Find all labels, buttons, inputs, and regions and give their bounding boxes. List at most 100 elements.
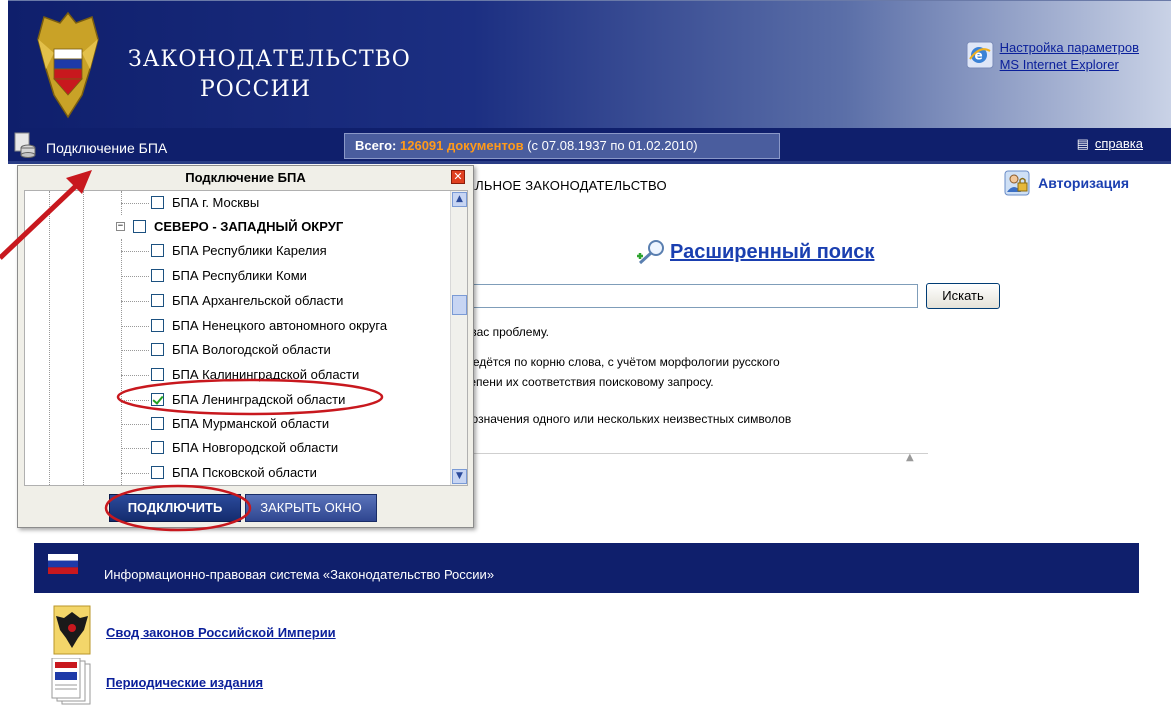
checkbox[interactable] — [151, 319, 164, 332]
site-title: ЗАКОНОДАТЕЛЬСТВО РОССИИ — [128, 45, 411, 105]
auth-label: Авторизация — [1038, 175, 1129, 191]
tree-item[interactable]: БПА Ненецкого автономного округа — [151, 318, 387, 333]
tree-item-label: БПА Мурманской области — [172, 416, 330, 431]
search-button[interactable]: Искать — [926, 283, 1000, 309]
ie-settings: e Настройка параметров MS Internet Explo… — [966, 39, 1139, 73]
total-label: Всего: — [355, 138, 397, 153]
advanced-search-label: Расширенный поиск — [670, 240, 875, 263]
auth-link[interactable]: Авторизация — [1004, 170, 1129, 196]
close-icon[interactable]: ✕ — [451, 170, 465, 184]
advanced-search-link[interactable]: Расширенный поиск — [632, 238, 874, 266]
tree-item[interactable]: БПА Мурманской области — [151, 416, 329, 431]
tree-guide — [121, 448, 149, 449]
help-link[interactable]: ▤ справка — [1077, 136, 1143, 152]
section-title: РАЛЬНОЕ ЗАКОНОДАТЕЛЬСТВО — [458, 178, 667, 193]
collapse-arrow-icon[interactable]: ▲ — [906, 452, 914, 463]
tree-region-label: СЕВЕРО - ЗАПАДНЫЙ ОКРУГ — [154, 219, 344, 234]
system-banner-text: Информационно-правовая система «Законода… — [104, 567, 495, 582]
scrollbar[interactable]: ▲ ▼ — [450, 191, 467, 485]
system-banner: Информационно-правовая система «Законода… — [34, 543, 1139, 593]
bpa-tree: − БПА г. Москвы СЕВЕРО - ЗАПАДНЫЙ ОКРУГ … — [24, 190, 468, 486]
tree-item[interactable]: БПА Псковской области — [151, 465, 317, 480]
site-header: ЗАКОНОДАТЕЛЬСТВО РОССИИ e Настройка пара… — [8, 0, 1171, 128]
search-help-line-2: к ведётся по корню слова, с учётом морфо… — [458, 355, 780, 369]
tree-item-label: БПА Республики Карелия — [172, 243, 327, 258]
checkbox[interactable] — [151, 368, 164, 381]
auth-lock-icon — [1004, 170, 1030, 196]
tree-guide — [121, 203, 149, 204]
checkbox[interactable] — [151, 343, 164, 356]
tree-guide — [83, 191, 84, 485]
search-help-line-4: обозначения одного или нескольких неизве… — [458, 412, 792, 426]
divider — [458, 453, 928, 454]
site-title-line-1: ЗАКОНОДАТЕЛЬСТВО — [128, 47, 411, 72]
checkbox[interactable] — [151, 466, 164, 479]
tree-guide — [49, 191, 50, 485]
tree-guide — [121, 276, 149, 277]
checkbox[interactable] — [151, 294, 164, 307]
search-input[interactable] — [420, 284, 918, 308]
bpa-connect-dialog: Подключение БПА ✕ − БПА г. Москвы СЕВЕРО… — [17, 165, 474, 528]
tree-guide — [121, 473, 149, 474]
document-total: Всего: 126091 документов (с 07.08.1937 п… — [344, 133, 780, 159]
scroll-up-icon[interactable]: ▲ — [452, 192, 467, 207]
imperial-eagle-icon — [53, 605, 91, 655]
tree-item-label: БПА Ленинградской области — [172, 392, 346, 407]
search-help-line-3: степени их соответствия поисковому запро… — [458, 375, 714, 389]
site-title-line-2: РОССИИ — [200, 77, 311, 102]
checkbox[interactable] — [151, 441, 164, 454]
tree-item-label: БПА Калининградской области — [172, 367, 360, 382]
bpa-connect-link[interactable]: Подключение БПА — [46, 140, 167, 156]
advanced-search-icon — [637, 240, 664, 265]
collapse-toggle-icon[interactable]: − — [116, 222, 125, 231]
tree-guide — [121, 424, 149, 425]
tree-item[interactable]: БПА г. Москвы — [151, 195, 259, 210]
checkbox-checked[interactable] — [151, 393, 164, 406]
ie-settings-link-1[interactable]: Настройка параметров — [1000, 39, 1139, 56]
browser-page: ЗАКОНОДАТЕЛЬСТВО РОССИИ e Настройка пара… — [0, 0, 1171, 715]
close-window-button[interactable]: ЗАКРЫТЬ ОКНО — [245, 494, 377, 522]
tree-item[interactable]: БПА Калининградской области — [151, 367, 359, 382]
total-count: 126091 документов — [400, 138, 524, 153]
tree-item-selected[interactable]: БПА Ленинградской области — [151, 392, 345, 407]
tree-item[interactable]: БПА Архангельской области — [151, 293, 343, 308]
ie-settings-link-2[interactable]: MS Internet Explorer — [1000, 56, 1139, 73]
checkbox[interactable] — [151, 269, 164, 282]
tree-item-label: БПА Республики Коми — [172, 268, 307, 283]
top-bar: Подключение БПА Всего: 126091 документов… — [8, 128, 1171, 164]
tree-item-label: БПА Вологодской области — [172, 342, 331, 357]
tree-region[interactable]: СЕВЕРО - ЗАПАДНЫЙ ОКРУГ — [133, 219, 343, 234]
russia-flag-icon — [48, 554, 78, 574]
tree-item[interactable]: БПА Республики Коми — [151, 268, 307, 283]
emblem-icon — [37, 11, 99, 119]
checkbox[interactable] — [151, 244, 164, 257]
tree-guide — [121, 251, 149, 252]
tree-item[interactable]: БПА Вологодской области — [151, 342, 331, 357]
tree-guide — [121, 326, 149, 327]
checkbox[interactable] — [133, 220, 146, 233]
scroll-down-icon[interactable]: ▼ — [452, 469, 467, 484]
tree-guide — [121, 375, 149, 376]
tree-item-label: БПА Ненецкого автономного округа — [172, 318, 388, 333]
help-label: справка — [1094, 136, 1143, 151]
tree-item[interactable]: БПА Новгородской области — [151, 440, 338, 455]
tree-item-label: БПА Псковской области — [172, 465, 317, 480]
tree-guide — [121, 350, 149, 351]
connect-button[interactable]: ПОДКЛЮЧИТЬ — [109, 494, 241, 522]
dialog-title: Подключение БПА — [185, 170, 306, 185]
tree-item-label: БПА г. Москвы — [172, 195, 260, 210]
scrollbar-thumb[interactable] — [452, 295, 467, 315]
total-range: (с 07.08.1937 по 01.02.2010) — [527, 138, 698, 153]
periodicals-link[interactable]: Периодические издания — [106, 675, 263, 690]
help-icon: ▤ — [1076, 136, 1089, 151]
periodicals-icon — [51, 658, 91, 705]
checkbox[interactable] — [151, 417, 164, 430]
ie-icon: e — [966, 41, 994, 69]
tree-item-label: БПА Архангельской области — [172, 293, 344, 308]
checkbox[interactable] — [151, 196, 164, 209]
tree-item-label: БПА Новгородской области — [172, 440, 339, 455]
tree-guide — [121, 400, 149, 401]
database-icon — [14, 132, 36, 158]
tree-item[interactable]: БПА Республики Карелия — [151, 243, 327, 258]
empire-laws-link[interactable]: Свод законов Российской Империи — [106, 625, 336, 640]
